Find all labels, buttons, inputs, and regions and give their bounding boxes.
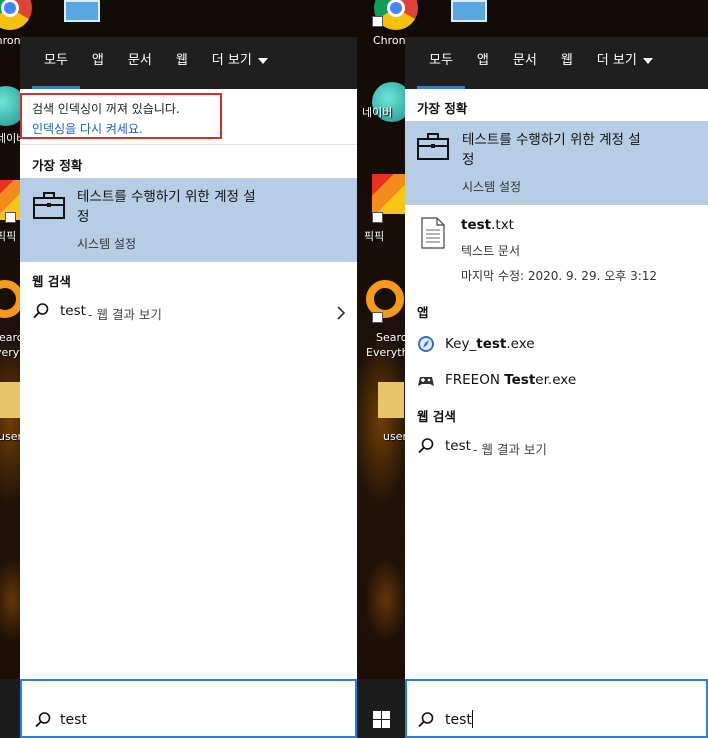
tab-apps[interactable]: 앱 bbox=[80, 37, 116, 89]
desktop-label-everything: Everyth bbox=[366, 346, 409, 359]
app-name-ext: .exe bbox=[506, 336, 535, 352]
gamepad-icon bbox=[417, 373, 435, 392]
compass-icon bbox=[417, 335, 435, 357]
shortcut-arrow-icon bbox=[372, 16, 383, 27]
tab-documents[interactable]: 문서 bbox=[501, 37, 549, 89]
desktop-label-picpick: 픽픽 bbox=[0, 230, 17, 243]
tab-documents[interactable]: 문서 bbox=[116, 37, 164, 89]
apps-heading: 앱 bbox=[417, 305, 429, 320]
app-name-prefix: FREEON bbox=[445, 372, 505, 388]
best-match-title-cont: 정 bbox=[462, 152, 475, 168]
web-result-row[interactable]: test - 웹 결과 보기 bbox=[405, 434, 708, 460]
tab-apps[interactable]: 앱 bbox=[465, 37, 501, 89]
app-name-prefix: Key_ bbox=[445, 336, 477, 352]
briefcase-icon bbox=[32, 192, 66, 224]
tab-web[interactable]: 웹 bbox=[549, 37, 585, 89]
tab-more-label: 더 보기 bbox=[596, 53, 637, 68]
app-name-match: test bbox=[476, 336, 507, 352]
tab-more-label: 더 보기 bbox=[211, 53, 252, 68]
search-panel-right: 모두 앱 문서 웹 더 보기 가장 정확 테스트를 수행하기 위한 계정 설 정… bbox=[405, 37, 708, 679]
file-name: test.txt bbox=[461, 217, 514, 233]
best-match-heading: 가장 정확 bbox=[32, 158, 83, 173]
file-modified: 마지막 수정: 2020. 9. 29. 오후 3:12 bbox=[461, 269, 658, 283]
user-folder-icon[interactable] bbox=[378, 382, 404, 418]
search-icon bbox=[32, 302, 50, 324]
app-result-key-test[interactable]: Key_test.exe bbox=[405, 331, 708, 357]
best-match-title-cont: 정 bbox=[77, 209, 90, 225]
search-input-left[interactable]: test bbox=[20, 679, 357, 738]
taskbar-left bbox=[0, 679, 20, 738]
best-match-heading: 가장 정확 bbox=[417, 101, 468, 116]
app-name: Key_test.exe bbox=[445, 336, 535, 352]
best-match-title: 테스트를 수행하기 위한 계정 설 bbox=[462, 132, 641, 148]
tab-all[interactable]: 모두 bbox=[417, 37, 465, 89]
file-name-ext: .txt bbox=[491, 217, 514, 233]
desktop-label-chrome: Chron bbox=[373, 34, 406, 47]
web-search-heading: 웹 검색 bbox=[417, 409, 456, 424]
best-match-subtitle: 시스템 설정 bbox=[77, 237, 137, 251]
taskbar-middle bbox=[357, 679, 405, 738]
user-folder-icon[interactable] bbox=[0, 382, 20, 418]
app-name: FREEON Tester.exe bbox=[445, 372, 576, 388]
divider bbox=[20, 144, 357, 145]
best-match-result[interactable]: 테스트를 수행하기 위한 계정 설 정 시스템 설정 bbox=[405, 121, 708, 205]
file-name-match: test bbox=[461, 217, 492, 233]
shortcut-arrow-icon bbox=[372, 312, 383, 323]
search-input-right[interactable]: test bbox=[405, 679, 708, 738]
enable-indexing-link[interactable]: 인덱싱을 다시 켜세요. bbox=[32, 120, 143, 137]
file-type: 텍스트 문서 bbox=[461, 244, 521, 258]
desktop-label-user: user bbox=[0, 430, 22, 443]
tab-web[interactable]: 웹 bbox=[164, 37, 200, 89]
search-input-value: test bbox=[445, 712, 472, 728]
desktop-label-user: user bbox=[383, 430, 407, 443]
search-tab-bar: 모두 앱 문서 웹 더 보기 bbox=[20, 37, 357, 89]
chevron-down-icon bbox=[257, 57, 268, 64]
desktop-label-search: Searc bbox=[376, 331, 407, 344]
web-result-suffix: - 웹 결과 보기 bbox=[88, 307, 162, 322]
search-icon bbox=[417, 437, 435, 459]
web-result-row[interactable]: test - 웹 결과 보기 bbox=[20, 299, 357, 325]
control-panel-icon[interactable] bbox=[451, 0, 487, 22]
tab-more[interactable]: 더 보기 bbox=[200, 37, 280, 89]
shortcut-arrow-icon bbox=[372, 212, 383, 223]
indexing-disabled-text: 검색 인덱싱이 꺼져 있습니다. bbox=[32, 102, 180, 116]
best-match-subtitle: 시스템 설정 bbox=[462, 180, 522, 194]
file-result[interactable]: test.txt 텍스트 문서 마지막 수정: 2020. 9. 29. 오후 … bbox=[405, 209, 708, 289]
chevron-right-icon[interactable] bbox=[336, 305, 346, 324]
search-icon bbox=[34, 711, 52, 733]
app-name-ext: er.exe bbox=[535, 372, 577, 388]
web-result-suffix: - 웹 결과 보기 bbox=[473, 442, 547, 457]
text-document-icon bbox=[421, 217, 445, 253]
search-tab-bar: 모두 앱 문서 웹 더 보기 bbox=[405, 37, 708, 89]
web-result-query: test bbox=[60, 303, 86, 319]
best-match-title: 테스트를 수행하기 위한 계정 설 bbox=[77, 189, 256, 205]
tab-all[interactable]: 모두 bbox=[32, 37, 80, 89]
control-panel-icon[interactable] bbox=[64, 0, 100, 22]
search-icon bbox=[417, 711, 435, 733]
best-match-result[interactable]: 테스트를 수행하기 위한 계정 설 정 시스템 설정 bbox=[20, 178, 357, 262]
chevron-down-icon bbox=[642, 57, 653, 64]
desktop-label-picpick: 픽픽 bbox=[364, 230, 385, 243]
search-input-value: test bbox=[60, 712, 87, 728]
web-result-query: test bbox=[445, 438, 471, 454]
web-search-heading: 웹 검색 bbox=[32, 274, 71, 289]
app-result-freeon-tester[interactable]: FREEON Tester.exe bbox=[405, 367, 708, 393]
picpick-icon[interactable] bbox=[372, 174, 405, 214]
shortcut-arrow-icon bbox=[5, 212, 16, 223]
desktop-label-chrome: Chron bbox=[0, 34, 21, 47]
tab-more[interactable]: 더 보기 bbox=[585, 37, 665, 89]
indexing-disabled-notice: 검색 인덱싱이 꺼져 있습니다. 인덱싱을 다시 켜세요. bbox=[20, 93, 222, 139]
desktop-label-naver: 네이버 bbox=[362, 106, 393, 119]
windows-start-icon[interactable] bbox=[373, 711, 390, 732]
text-cursor bbox=[472, 710, 473, 728]
app-name-match: Test bbox=[504, 372, 536, 388]
briefcase-icon bbox=[416, 133, 450, 165]
